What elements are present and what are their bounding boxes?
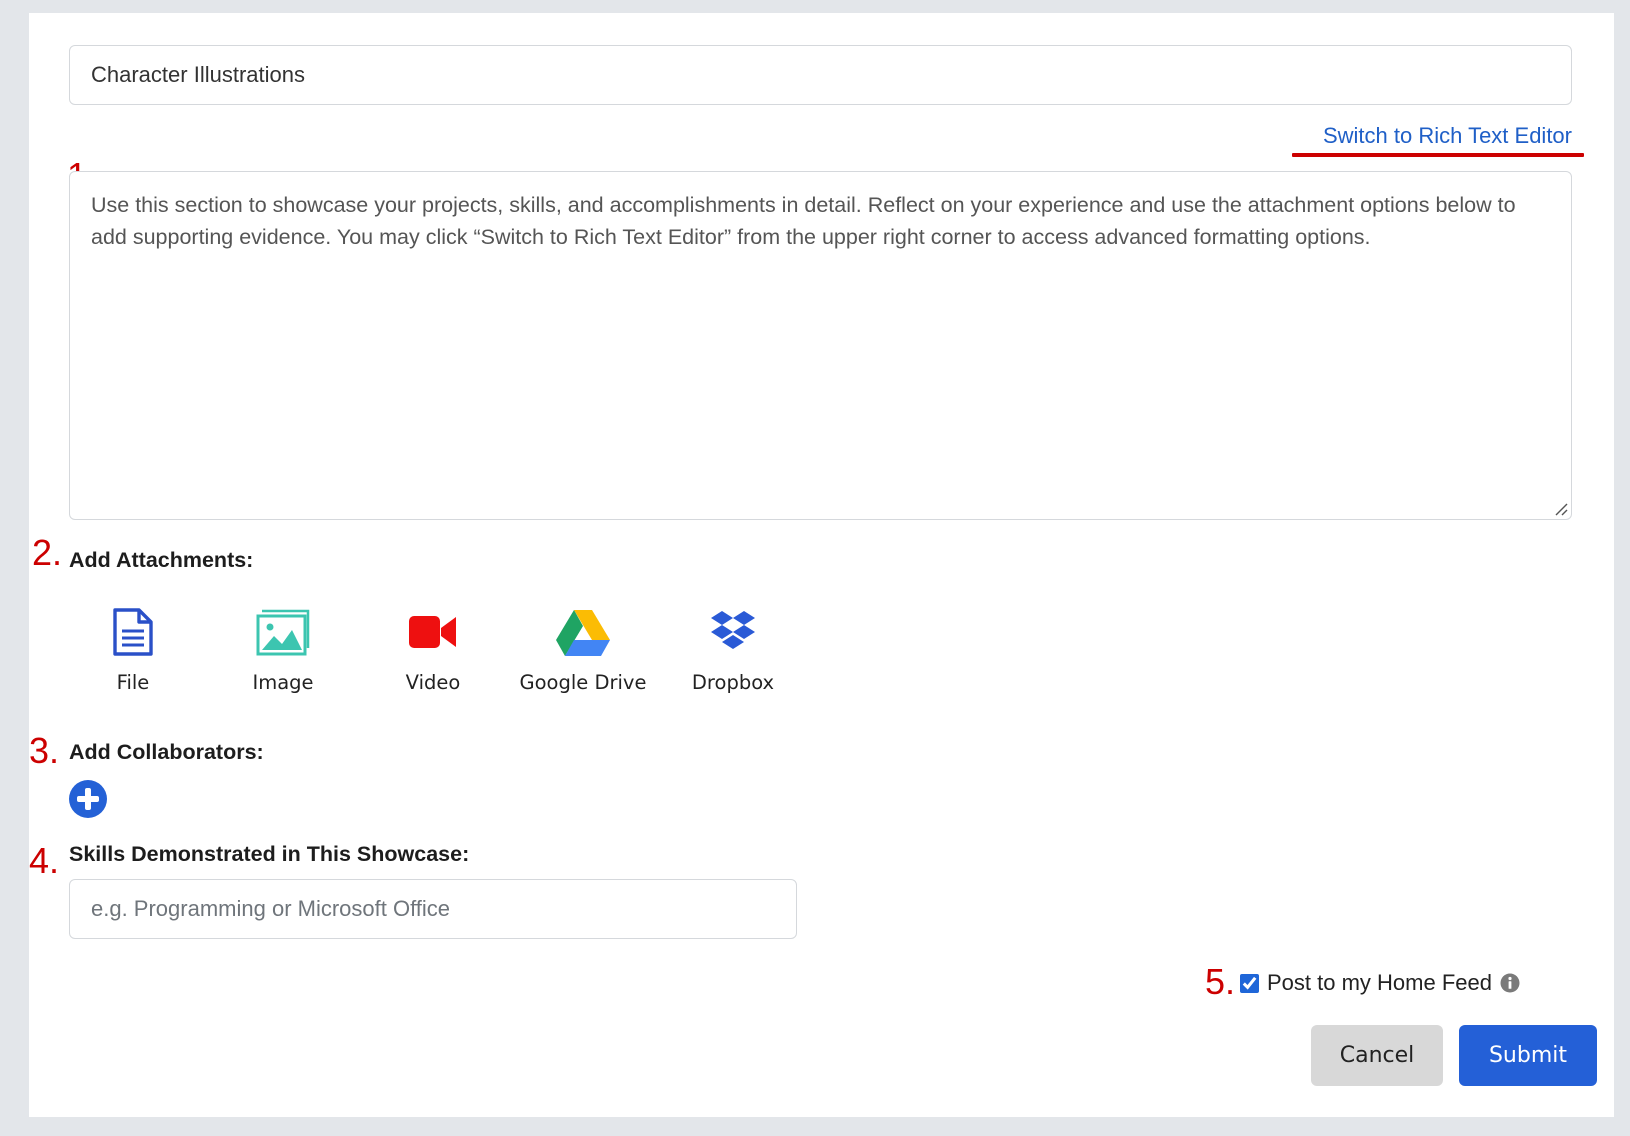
attach-video-button[interactable]: Video [358,605,508,694]
annotation-marker-4: 4. [29,840,60,881]
description-placeholder: Use this section to showcase your projec… [91,193,1516,249]
title-input[interactable] [69,45,1572,105]
skills-input[interactable] [69,879,797,939]
cancel-button[interactable]: Cancel [1311,1025,1443,1086]
post-to-home-feed-option[interactable]: Post to my Home Feed [1240,970,1520,996]
switch-to-rich-text-editor-link[interactable]: Switch to Rich Text Editor [1323,123,1572,149]
info-icon[interactable] [1500,973,1520,993]
annotation-marker-2: 2. [32,532,63,573]
post-to-home-feed-checkbox[interactable] [1240,973,1259,993]
attach-file-label: File [116,671,150,694]
add-collaborator-plus-icon[interactable] [69,780,107,818]
video-camera-icon [409,616,456,648]
annotation-marker-5: 5. [1205,961,1236,1002]
attach-dropbox-label: Dropbox [691,671,775,694]
annotation-marker-3: 3. [29,730,60,771]
google-drive-icon [556,610,610,656]
attach-file-button[interactable]: File [58,605,208,694]
description-textarea[interactable]: Use this section to showcase your projec… [69,171,1572,520]
attach-google-drive-button[interactable]: Google Drive [508,605,658,694]
annotation-underline [1292,153,1584,157]
attach-google-drive-label: Google Drive [519,671,647,694]
attach-video-label: Video [405,671,461,694]
attach-image-label: Image [252,671,314,694]
attach-dropbox-button[interactable]: Dropbox [658,605,808,694]
file-icon [113,608,153,656]
image-icon [256,609,310,656]
skills-heading: Skills Demonstrated in This Showcase: [69,842,470,866]
attach-image-button[interactable]: Image [208,605,358,694]
attachments-heading: Add Attachments: [69,548,254,572]
submit-button[interactable]: Submit [1459,1025,1597,1086]
resize-handle-icon[interactable] [1554,502,1568,516]
dropbox-icon [711,611,755,649]
collaborators-heading: Add Collaborators: [69,740,264,764]
post-to-home-feed-label: Post to my Home Feed [1267,970,1492,995]
